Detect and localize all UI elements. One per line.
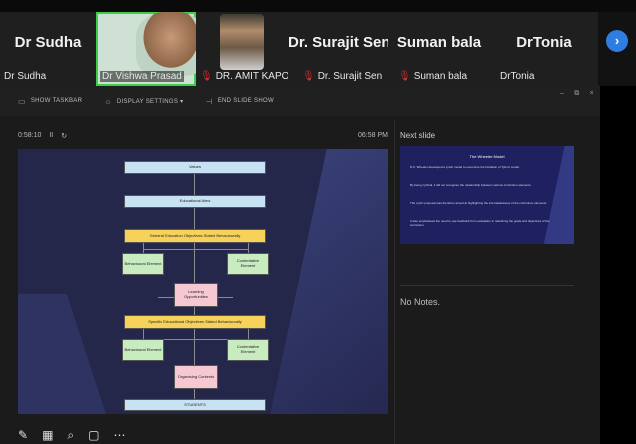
participant-tile-drtonia[interactable]: DrTonia DrTonia xyxy=(490,12,598,86)
participant-strip: Dr Sudha Dr Sudha Dr Vishwa Prasad 🎙 DR. … xyxy=(0,0,636,86)
participant-video xyxy=(220,14,264,70)
participant-tile-vishwa-prasad[interactable]: Dr Vishwa Prasad xyxy=(96,12,196,86)
subtitle-icon[interactable]: ▢ xyxy=(88,428,99,443)
diagram-box-learning-opportunities: Learning Opportunities xyxy=(174,283,218,307)
display-icon: ☼ xyxy=(104,96,112,106)
end-show-icon: ⊣ xyxy=(205,96,213,106)
elapsed-time: 0:58:10 xyxy=(18,132,42,139)
end-slide-show-label: END SLIDE SHOW xyxy=(217,98,274,104)
diagram-box-contentative-element: Contentative Element xyxy=(227,253,269,275)
participant-tile-suman-bala[interactable]: Suman bala 🎙 Suman bala xyxy=(388,12,490,86)
participant-label: Dr. Surajit Sen xyxy=(317,71,383,82)
show-taskbar-label: SHOW TASKBAR xyxy=(30,98,83,104)
chevron-right-icon[interactable]: › xyxy=(606,30,628,52)
pause-icon[interactable]: II xyxy=(49,132,53,140)
close-icon[interactable]: × xyxy=(590,90,594,98)
right-edge-bar xyxy=(600,86,636,444)
reset-icon[interactable]: ↻ xyxy=(61,132,67,140)
minimize-icon[interactable]: – xyxy=(560,90,564,98)
mic-muted-icon: 🎙 xyxy=(398,71,411,82)
next-slide-line: By being cyclical, it did not recognise … xyxy=(410,183,532,187)
next-slide-preview[interactable]: The Wheeler Model D.K. Wheeler developed… xyxy=(400,146,574,244)
participant-label: Suman bala xyxy=(413,71,468,82)
pane-divider xyxy=(394,120,395,444)
pen-icon[interactable]: ✎ xyxy=(18,428,28,443)
participant-label: Dr Sudha xyxy=(4,71,47,82)
current-slide[interactable]: Values Educational Aims General Educatio… xyxy=(18,149,388,414)
more-icon[interactable]: ⋯ xyxy=(113,428,125,443)
slide-decoration xyxy=(267,149,388,414)
diagram-box-specific-objectives: Specific Educational Objectives Stated B… xyxy=(124,315,266,329)
participant-video xyxy=(136,12,196,76)
diagram-box-behavioural-element-2: Behavioural Element xyxy=(122,339,164,361)
participant-label: Dr Vishwa Prasad xyxy=(100,71,184,82)
diagram-box-values: Values xyxy=(124,161,266,174)
grid-icon[interactable]: ▦ xyxy=(42,428,53,443)
presenter-view: Dr Sudha Dr Sudha Dr Vishwa Prasad 🎙 DR. … xyxy=(0,0,636,444)
current-time: 06:58 PM xyxy=(358,132,388,139)
mic-muted-icon: 🎙 xyxy=(302,71,315,82)
zoom-icon[interactable]: ⌕ xyxy=(67,428,74,443)
show-taskbar-button[interactable]: ▭ SHOW TASKBAR xyxy=(18,97,82,106)
next-slide-line: The cyclic proposal was therefore aimed … xyxy=(410,201,548,205)
next-slide-heading: Next slide xyxy=(400,131,436,140)
next-slide-line: D.K. Wheeler developed a cyclic model to… xyxy=(410,165,520,169)
participant-label: DrTonia xyxy=(500,71,535,82)
participant-tile-surajit-sen[interactable]: Dr. Surajit Sen 🎙 Dr. Surajit Sen xyxy=(288,12,388,86)
display-settings-button[interactable]: ☼ DISPLAY SETTINGS ▾ xyxy=(104,97,183,106)
diagram-box-general-objectives: General Education Objectives Stated Beha… xyxy=(124,229,266,243)
participant-label: DR. AMIT KAPOOR xyxy=(215,71,288,82)
participant-name-large: Dr Sudha xyxy=(14,34,82,51)
participant-tile-amit-kapoor[interactable]: 🎙DR. AMIT KAPOOR xyxy=(196,12,288,86)
slide-timer: 0:58:10 II ↻ xyxy=(18,132,67,140)
display-settings-label: DISPLAY SETTINGS ▾ xyxy=(116,98,184,105)
diagram-box-students: STUDENTS xyxy=(124,399,266,411)
taskbar-icon: ▭ xyxy=(18,96,26,106)
diagram-box-behavioural-element: Behavioural Element xyxy=(122,253,164,275)
slide-decoration xyxy=(18,294,110,414)
panel-divider xyxy=(400,285,574,286)
participant-tile-sudha[interactable]: Dr Sudha Dr Sudha xyxy=(0,12,96,86)
diagram-box-contentative-element-2: Contentative Element xyxy=(227,339,269,361)
participant-name-large: Dr. Surajit Sen xyxy=(288,34,388,51)
restore-icon[interactable]: ⧉ xyxy=(574,90,579,98)
next-slide-line: It also emphasised the need to use feedb… xyxy=(410,219,550,227)
participant-name-large: Suman bala xyxy=(396,34,482,51)
slide-decoration xyxy=(541,146,574,244)
next-slide-title: The Wheeler Model xyxy=(469,154,505,159)
presenter-tools: ✎ ▦ ⌕ ▢ ⋯ xyxy=(18,428,125,443)
mic-muted-icon: 🎙 xyxy=(200,71,213,82)
presenter-toolbar: ▭ SHOW TASKBAR ☼ DISPLAY SETTINGS ▾ ⊣ END S… xyxy=(0,86,600,116)
speaker-notes: No Notes. xyxy=(400,297,441,307)
diagram-box-organising-contents: Organising Contents xyxy=(174,365,218,389)
participant-name-large: DrTonia xyxy=(516,34,572,51)
end-slide-show-button[interactable]: ⊣ END SLIDE SHOW xyxy=(205,97,274,106)
diagram-box-educational-aims: Educational Aims xyxy=(124,195,266,208)
